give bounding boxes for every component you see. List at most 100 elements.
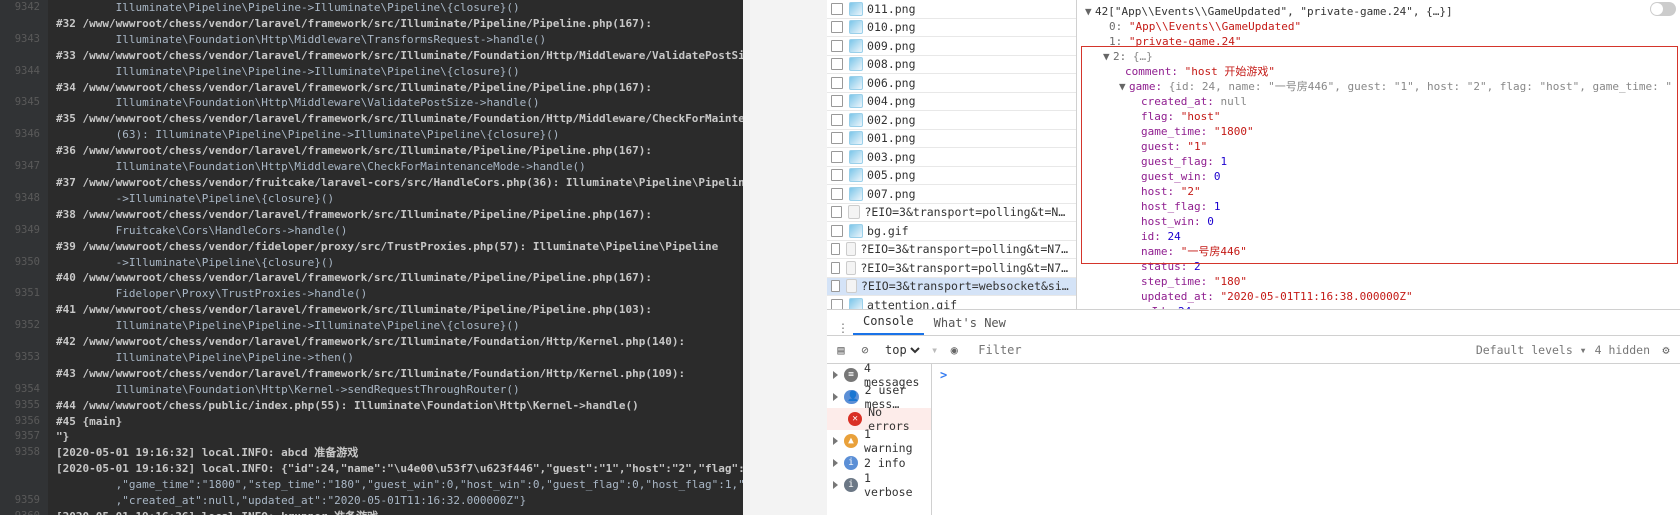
eye-icon[interactable]: ◉: [946, 342, 962, 358]
network-request-list[interactable]: 011.png010.png009.png 008.png006.png 004.p…: [827, 0, 1077, 309]
checkbox[interactable]: [831, 114, 843, 126]
console-filter-input[interactable]: [978, 343, 1460, 357]
request-name: 002.png: [867, 113, 915, 127]
request-name: 005.png: [867, 168, 915, 182]
network-request-row[interactable]: 008.png: [827, 56, 1076, 75]
checkbox[interactable]: [831, 95, 843, 107]
drawer-tab-strip: ⋮ Console What's New: [827, 310, 1680, 336]
request-name: 001.png: [867, 131, 915, 145]
image-file-icon: [849, 94, 863, 108]
checkbox[interactable]: [831, 151, 843, 163]
sidebar-item-warnings[interactable]: ▲1 warning: [827, 430, 931, 452]
network-request-row[interactable]: 009.png: [827, 37, 1076, 56]
checkbox[interactable]: [831, 21, 843, 33]
checkbox[interactable]: [831, 225, 843, 237]
network-request-row[interactable]: ?EIO=3&transport=polling&t=N7Fyv-k&sid=5…: [827, 259, 1076, 278]
network-request-row[interactable]: ?EIO=3&transport=websocket&sid=5ScOveC2B…: [827, 278, 1076, 297]
request-name: 004.png: [867, 94, 915, 108]
checkbox[interactable]: [831, 40, 843, 52]
context-selector[interactable]: top: [881, 342, 923, 358]
checkbox[interactable]: [831, 299, 843, 309]
request-name: 007.png: [867, 187, 915, 201]
devtools-pane: 011.png010.png009.png 008.png006.png 004.p…: [827, 0, 1680, 515]
network-request-row[interactable]: 010.png: [827, 19, 1076, 38]
network-request-row[interactable]: 005.png: [827, 167, 1076, 186]
json-property[interactable]: step_time: "180": [1085, 274, 1672, 289]
checkbox[interactable]: [831, 132, 843, 144]
network-request-row[interactable]: 006.png: [827, 74, 1076, 93]
json-property[interactable]: game_time: "1800": [1085, 124, 1672, 139]
image-file-icon: [849, 168, 863, 182]
network-request-row[interactable]: ?EIO=3&transport=polling&t=N7Fyvz5: [827, 204, 1076, 223]
image-file-icon: [849, 2, 863, 16]
frame-header: 42["App\\Events\\GameUpdated", "private-…: [1095, 5, 1453, 18]
request-name: ?EIO=3&transport=polling&t=N7Fyv-i&sid=5…: [860, 242, 1072, 256]
json-property[interactable]: host: "2": [1085, 184, 1672, 199]
network-request-row[interactable]: bg.gif: [827, 222, 1076, 241]
checkbox[interactable]: [831, 77, 843, 89]
network-request-row[interactable]: 003.png: [827, 148, 1076, 167]
list-icon: ≡: [844, 368, 858, 382]
json-property[interactable]: guest_flag: 1: [1085, 154, 1672, 169]
network-request-row[interactable]: 011.png: [827, 0, 1076, 19]
console-toolbar: ▤ ⊘ top ▾ ◉ Default levels ▾ 4 hidden ⚙: [827, 336, 1680, 364]
checkbox[interactable]: [831, 262, 840, 274]
request-name: ?EIO=3&transport=websocket&sid=5ScOveC2B…: [861, 279, 1072, 293]
checkbox[interactable]: [831, 169, 843, 181]
network-request-row[interactable]: ?EIO=3&transport=polling&t=N7Fyv-i&sid=5…: [827, 241, 1076, 260]
json-property[interactable]: host_flag: 1: [1085, 199, 1672, 214]
json-property[interactable]: name: "一号房446": [1085, 244, 1672, 259]
websocket-frame-preview[interactable]: ▼42["App\\Events\\GameUpdated", "private…: [1077, 0, 1680, 309]
checkbox[interactable]: [831, 243, 840, 255]
image-file-icon: [849, 131, 863, 145]
checkbox[interactable]: [831, 280, 840, 292]
network-request-row[interactable]: 001.png: [827, 130, 1076, 149]
checkbox[interactable]: [831, 3, 843, 15]
sidebar-toggle-icon[interactable]: ▤: [833, 342, 849, 358]
image-file-icon: [849, 20, 863, 34]
console-input-area[interactable]: >: [932, 364, 1680, 515]
text-file-icon: [846, 242, 856, 256]
json-property[interactable]: status: 2: [1085, 259, 1672, 274]
tab-console[interactable]: Console: [853, 309, 924, 335]
json-property[interactable]: host_win: 0: [1085, 214, 1672, 229]
request-name: 003.png: [867, 150, 915, 164]
checkbox[interactable]: [831, 58, 843, 70]
request-name: ?EIO=3&transport=polling&t=N7Fyv-k&sid=5…: [860, 261, 1072, 275]
preview-toggle[interactable]: [1650, 2, 1676, 16]
log-levels-dropdown[interactable]: Default levels ▾: [1476, 343, 1587, 357]
request-name: 009.png: [867, 39, 915, 53]
json-property[interactable]: guest: "1": [1085, 139, 1672, 154]
network-request-row[interactable]: attention.gif: [827, 296, 1076, 309]
line-number-gutter: 9342934393449345934693479348934993509351…: [0, 0, 48, 515]
json-property[interactable]: guest_win: 0: [1085, 169, 1672, 184]
drawer-menu-icon[interactable]: ⋮: [833, 321, 853, 335]
console-prompt-icon: >: [940, 368, 947, 382]
tab-whats-new[interactable]: What's New: [924, 311, 1016, 335]
network-request-row[interactable]: 002.png: [827, 111, 1076, 130]
code-editor[interactable]: 9342934393449345934693479348934993509351…: [0, 0, 743, 515]
console-settings-icon[interactable]: ⚙: [1658, 342, 1674, 358]
image-file-icon: [849, 76, 863, 90]
pane-divider: [743, 0, 827, 515]
user-icon: 👤: [844, 390, 859, 404]
hidden-messages-count[interactable]: 4 hidden: [1595, 343, 1650, 357]
text-file-icon: [846, 279, 857, 293]
request-name: 006.png: [867, 76, 915, 90]
info-icon: i: [844, 456, 858, 470]
json-property[interactable]: flag: "host": [1085, 109, 1672, 124]
network-request-row[interactable]: 004.png: [827, 93, 1076, 112]
checkbox[interactable]: [831, 188, 843, 200]
json-property[interactable]: created_at: null: [1085, 94, 1672, 109]
code-content[interactable]: Illuminate\Pipeline\Pipeline->Illuminate…: [48, 0, 743, 515]
json-property[interactable]: id: 24: [1085, 229, 1672, 244]
network-request-row[interactable]: 007.png: [827, 185, 1076, 204]
image-file-icon: [849, 113, 863, 127]
console-sidebar[interactable]: ≡4 messages 👤2 user mess… ✕No errors ▲1 …: [827, 364, 932, 515]
checkbox[interactable]: [831, 206, 842, 218]
sidebar-item-verbose[interactable]: i1 verbose: [827, 474, 931, 496]
image-file-icon: [849, 150, 863, 164]
json-property[interactable]: updated_at: "2020-05-01T11:16:38.000000Z…: [1085, 289, 1672, 304]
request-name: attention.gif: [867, 298, 957, 309]
clear-console-icon[interactable]: ⊘: [857, 342, 873, 358]
